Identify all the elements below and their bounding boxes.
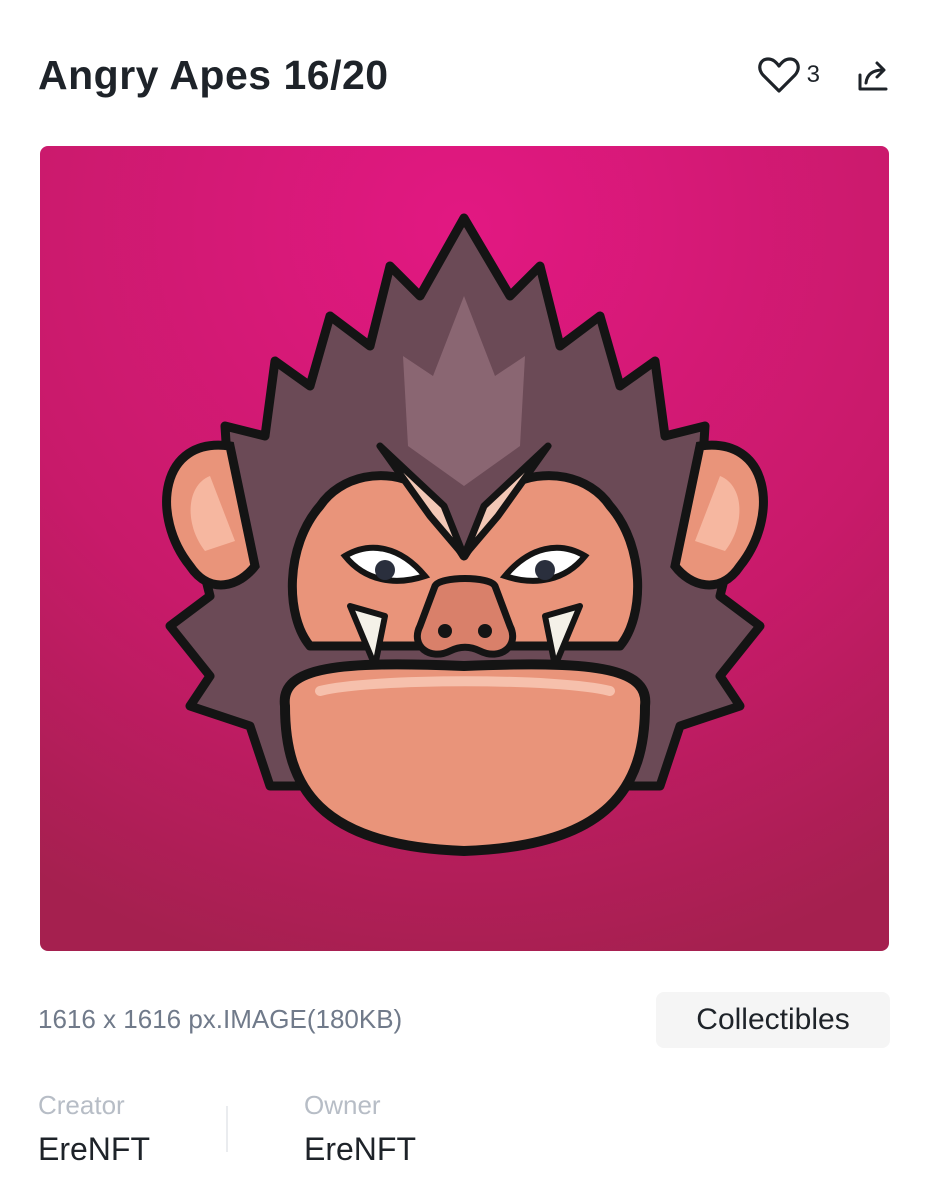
creator-label: Creator xyxy=(38,1090,125,1120)
category-tag[interactable]: Collectibles xyxy=(656,992,890,1048)
owner-section: Owner EreNFT xyxy=(304,1090,416,1168)
ape-image xyxy=(40,146,889,951)
header-actions: 3 xyxy=(757,54,890,96)
owner-label: Owner xyxy=(304,1090,381,1120)
header: Angry Apes 16/20 3 xyxy=(38,50,890,100)
like-button[interactable]: 3 xyxy=(757,55,820,95)
creator-section: Creator EreNFT xyxy=(38,1090,150,1168)
nft-artwork[interactable] xyxy=(40,146,889,951)
page-title: Angry Apes 16/20 xyxy=(38,52,389,98)
like-count: 3 xyxy=(806,61,820,88)
heart-icon xyxy=(757,57,800,93)
creator-name[interactable]: EreNFT xyxy=(38,1131,150,1168)
owner-name[interactable]: EreNFT xyxy=(304,1131,416,1168)
share-icon[interactable] xyxy=(856,57,890,93)
divider xyxy=(226,1106,228,1152)
file-info: 1616 x 1616 px.IMAGE(180KB) xyxy=(38,1004,403,1034)
